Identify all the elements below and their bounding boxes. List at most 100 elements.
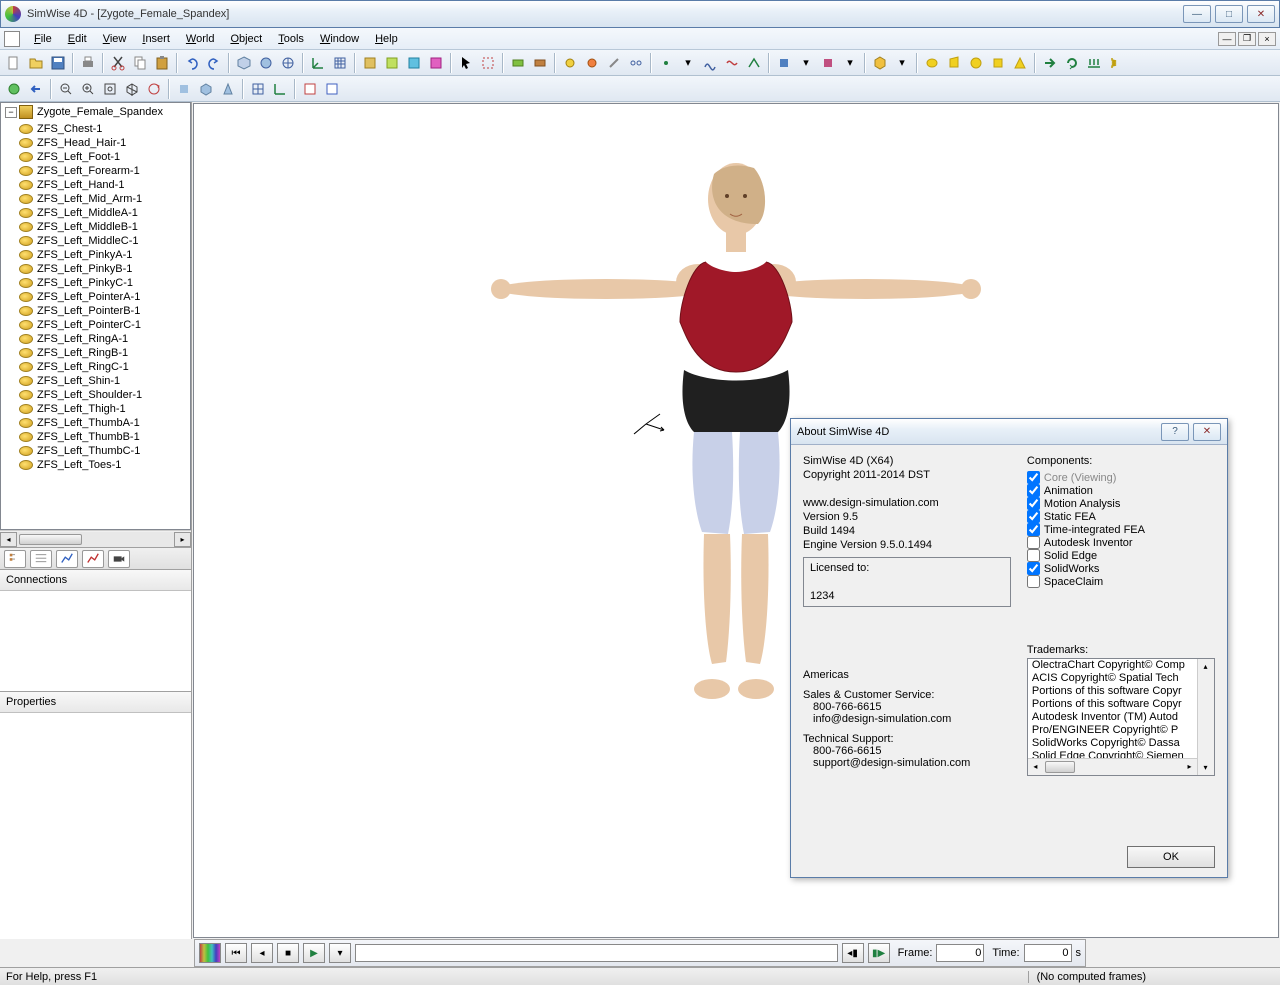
timeline-step-back-button[interactable]: ◂▮ xyxy=(842,943,864,963)
tree-item[interactable]: ZFS_Left_MiddleC-1 xyxy=(1,234,190,248)
menu-object[interactable]: Object xyxy=(222,31,270,47)
point-button[interactable] xyxy=(656,53,676,73)
solid-a-button[interactable] xyxy=(922,53,942,73)
view-persp-button[interactable] xyxy=(218,79,238,99)
tree-item[interactable]: ZFS_Left_RingC-1 xyxy=(1,360,190,374)
nav-b-button[interactable] xyxy=(26,79,46,99)
component-checkbox[interactable] xyxy=(1027,484,1040,497)
component-checkbox[interactable] xyxy=(1027,510,1040,523)
scroll-thumb[interactable] xyxy=(19,534,82,545)
timeline-play-button[interactable]: ▶ xyxy=(303,943,325,963)
timeline-first-button[interactable]: ⏮ xyxy=(225,943,247,963)
tree-item[interactable]: ZFS_Left_RingB-1 xyxy=(1,346,190,360)
tree-item[interactable]: ZFS_Left_ThumbC-1 xyxy=(1,444,190,458)
torque-button[interactable] xyxy=(1062,53,1082,73)
scroll-right-icon[interactable]: ▸ xyxy=(174,532,191,547)
spring-button[interactable] xyxy=(1106,53,1126,73)
tree-item[interactable]: ZFS_Left_PinkyA-1 xyxy=(1,248,190,262)
axes-button[interactable] xyxy=(308,53,328,73)
tree-item[interactable]: ZFS_Left_Foot-1 xyxy=(1,150,190,164)
view-ortho-button[interactable] xyxy=(196,79,216,99)
tree-item[interactable]: ZFS_Left_RingA-1 xyxy=(1,332,190,346)
close-button[interactable]: ✕ xyxy=(1247,5,1275,23)
timeline-prev-button[interactable]: ◂ xyxy=(251,943,273,963)
tree-item[interactable]: ZFS_Left_Shin-1 xyxy=(1,374,190,388)
mdi-restore-button[interactable]: ❐ xyxy=(1238,32,1256,46)
timeline-dropdown[interactable]: ▾ xyxy=(329,943,351,963)
save-button[interactable] xyxy=(48,53,68,73)
scroll-left-icon[interactable]: ◂ xyxy=(0,532,17,547)
shaded-button[interactable] xyxy=(256,53,276,73)
tree-item[interactable]: ZFS_Left_PinkyC-1 xyxy=(1,276,190,290)
extra-b-button[interactable] xyxy=(322,79,342,99)
tree-hscrollbar[interactable]: ◂ ▸ xyxy=(0,530,191,547)
collapse-icon[interactable]: − xyxy=(5,107,17,118)
menu-file[interactable]: File xyxy=(26,31,60,47)
mdi-minimize-button[interactable]: — xyxy=(1218,32,1236,46)
tree-item[interactable]: ZFS_Chest-1 xyxy=(1,122,190,136)
tree-item[interactable]: ZFS_Head_Hair-1 xyxy=(1,136,190,150)
drop-icon[interactable]: ▾ xyxy=(678,53,698,73)
separator-button[interactable] xyxy=(604,53,624,73)
tab-camera[interactable] xyxy=(108,550,130,568)
tree-root[interactable]: − Zygote_Female_Spandex xyxy=(1,103,190,122)
arrow-right-button[interactable] xyxy=(1040,53,1060,73)
menu-world[interactable]: World xyxy=(178,31,223,47)
tree-item[interactable]: ZFS_Left_ThumbB-1 xyxy=(1,430,190,444)
tree-item[interactable]: ZFS_Left_Hand-1 xyxy=(1,178,190,192)
tab-tree[interactable] xyxy=(4,550,26,568)
load-button[interactable] xyxy=(1084,53,1104,73)
cut-button[interactable] xyxy=(108,53,128,73)
solid-c-button[interactable] xyxy=(966,53,986,73)
menu-help[interactable]: Help xyxy=(367,31,406,47)
object-a-button[interactable] xyxy=(774,53,794,73)
axis-toggle-button[interactable] xyxy=(270,79,290,99)
curve-b-button[interactable] xyxy=(722,53,742,73)
frame-input[interactable] xyxy=(936,944,984,962)
tab-list[interactable] xyxy=(30,550,52,568)
about-help-button[interactable]: ? xyxy=(1161,423,1189,441)
tree-item[interactable]: ZFS_Left_MiddleA-1 xyxy=(1,206,190,220)
solid-d-button[interactable] xyxy=(988,53,1008,73)
component-checkbox[interactable] xyxy=(1027,575,1040,588)
pointer-button[interactable] xyxy=(456,53,476,73)
body-a-button[interactable] xyxy=(508,53,528,73)
open-file-button[interactable] xyxy=(26,53,46,73)
grid-toggle-button[interactable] xyxy=(248,79,268,99)
menu-window[interactable]: Window xyxy=(312,31,367,47)
view-front-button[interactable] xyxy=(174,79,194,99)
tree-item[interactable]: ZFS_Left_MiddleB-1 xyxy=(1,220,190,234)
component-checkbox[interactable] xyxy=(1027,523,1040,536)
about-close-button[interactable]: ✕ xyxy=(1193,423,1221,441)
object-b-button[interactable] xyxy=(818,53,838,73)
feature-d-button[interactable] xyxy=(426,53,446,73)
drop3-icon[interactable]: ▾ xyxy=(840,53,860,73)
curve-c-button[interactable] xyxy=(744,53,764,73)
drop2-icon[interactable]: ▾ xyxy=(796,53,816,73)
trademarks-vscrollbar[interactable]: ▴▾ xyxy=(1197,659,1214,775)
rotate-view-button[interactable] xyxy=(144,79,164,99)
tree-item[interactable]: ZFS_Left_Forearm-1 xyxy=(1,164,190,178)
feature-b-button[interactable] xyxy=(382,53,402,73)
tab-chart-blue[interactable] xyxy=(56,550,78,568)
drop4-icon[interactable]: ▾ xyxy=(892,53,912,73)
menu-view[interactable]: View xyxy=(95,31,135,47)
curve-a-button[interactable] xyxy=(700,53,720,73)
tree-item[interactable]: ZFS_Left_Mid_Arm-1 xyxy=(1,192,190,206)
tab-chart-red[interactable] xyxy=(82,550,104,568)
solid-b-button[interactable] xyxy=(944,53,964,73)
minimize-button[interactable]: — xyxy=(1183,5,1211,23)
menu-insert[interactable]: Insert xyxy=(134,31,178,47)
print-button[interactable] xyxy=(78,53,98,73)
undo-button[interactable] xyxy=(182,53,202,73)
time-input[interactable] xyxy=(1024,944,1072,962)
redo-button[interactable] xyxy=(204,53,224,73)
about-titlebar[interactable]: About SimWise 4D ? ✕ xyxy=(791,419,1227,445)
tree-item[interactable]: ZFS_Left_Thigh-1 xyxy=(1,402,190,416)
menu-edit[interactable]: Edit xyxy=(60,31,95,47)
component-checkbox[interactable] xyxy=(1027,549,1040,562)
maximize-button[interactable]: □ xyxy=(1215,5,1243,23)
solid-e-button[interactable] xyxy=(1010,53,1030,73)
tree-panel[interactable]: − Zygote_Female_Spandex ZFS_Chest-1ZFS_H… xyxy=(0,102,191,530)
zoom-fit-button[interactable] xyxy=(100,79,120,99)
